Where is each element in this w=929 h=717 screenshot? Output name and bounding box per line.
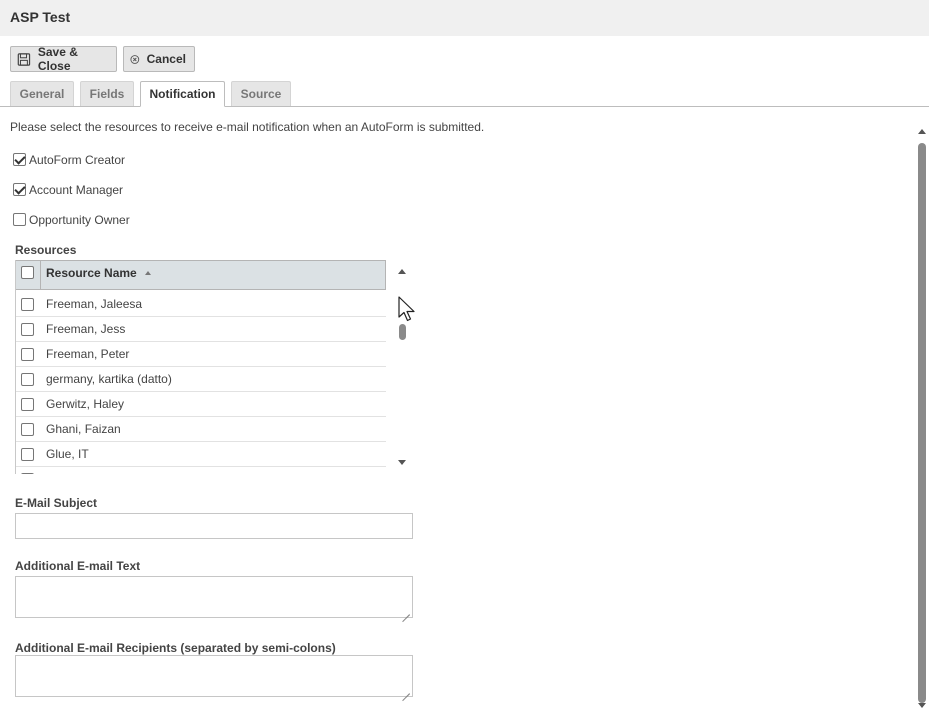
account-manager-checkbox[interactable] <box>13 183 26 196</box>
row-checkbox[interactable] <box>21 398 34 411</box>
tab-general[interactable]: General <box>10 81 74 106</box>
additional-recipients-label: Additional E-mail Recipients (separated … <box>15 641 336 655</box>
row-checkbox[interactable] <box>21 373 34 386</box>
save-close-label: Save & Close <box>37 45 78 73</box>
opportunity-owner-checkbox[interactable] <box>13 213 26 226</box>
table-row[interactable]: Freeman, Jess <box>16 317 386 342</box>
floppy-disk-icon <box>17 52 31 66</box>
notification-intro: Please select the resources to receive e… <box>10 120 485 134</box>
title-bar: ASP Test <box>0 0 929 36</box>
resource-name-column-header[interactable]: Resource Name <box>46 266 137 280</box>
resources-grid: Resource Name Freeman, Jaleesa Freeman, … <box>15 260 386 474</box>
sort-ascending-icon <box>145 271 151 275</box>
cancel-button[interactable]: Cancel <box>123 46 195 72</box>
scroll-thumb[interactable] <box>918 143 926 703</box>
scroll-up-icon[interactable] <box>398 269 406 274</box>
table-row[interactable]: germany, kartika (datto) <box>16 367 386 392</box>
resources-label: Resources <box>15 243 77 257</box>
resource-name: Ghani, Faizan <box>46 422 121 436</box>
resource-name: germany, kartika (datto) <box>46 372 172 386</box>
window-title: ASP Test <box>10 9 71 25</box>
resource-name: Freeman, Jess <box>46 322 126 336</box>
cancel-label: Cancel <box>146 52 186 66</box>
tab-label: General <box>19 87 65 101</box>
additional-recipients-textarea[interactable] <box>15 655 413 697</box>
page-scrollbar[interactable] <box>915 126 929 717</box>
resource-name: Gerwitz, Haley <box>46 397 125 411</box>
table-row[interactable]: Freeman, Jaleesa <box>16 292 386 317</box>
tab-label: Notification <box>149 87 216 101</box>
scroll-down-icon[interactable] <box>918 703 926 708</box>
header-separator <box>40 261 41 290</box>
grid-header: Resource Name <box>16 260 386 290</box>
tab-fields[interactable]: Fields <box>80 81 134 106</box>
row-checkbox[interactable] <box>21 448 34 461</box>
mouse-pointer-icon <box>398 296 415 322</box>
table-row-partial[interactable] <box>16 467 386 474</box>
scroll-down-icon[interactable] <box>398 460 406 465</box>
resize-handle-icon[interactable] <box>402 686 410 694</box>
additional-text-textarea[interactable] <box>15 576 413 618</box>
autoform-creator-checkbox[interactable] <box>13 153 26 166</box>
table-row[interactable]: Glue, IT <box>16 442 386 467</box>
table-row[interactable]: Gerwitz, Haley <box>16 392 386 417</box>
scroll-thumb[interactable] <box>399 324 406 340</box>
resource-name: Freeman, Peter <box>46 347 130 361</box>
row-checkbox[interactable] <box>21 473 34 474</box>
account-manager-label: Account Manager <box>29 183 124 197</box>
tab-label: Fields <box>89 87 125 101</box>
tab-notification[interactable]: Notification <box>140 81 225 107</box>
table-row[interactable]: Freeman, Peter <box>16 342 386 367</box>
row-checkbox[interactable] <box>21 423 34 436</box>
resource-name: Glue, IT <box>46 447 89 461</box>
scroll-up-icon[interactable] <box>918 129 926 134</box>
tab-source[interactable]: Source <box>231 81 291 106</box>
row-checkbox[interactable] <box>21 348 34 361</box>
table-row[interactable]: Ghani, Faizan <box>16 417 386 442</box>
tab-strip: General Fields Notification Source <box>0 81 929 107</box>
row-checkbox[interactable] <box>21 298 34 311</box>
autoform-creator-label: AutoForm Creator <box>29 153 126 167</box>
additional-text-label: Additional E-mail Text <box>15 559 141 573</box>
cancel-circle-icon <box>130 54 140 64</box>
resource-name: Freeman, Jaleesa <box>46 297 143 311</box>
email-subject-label: E-Mail Subject <box>15 496 98 510</box>
opportunity-owner-label: Opportunity Owner <box>29 213 130 227</box>
tab-label: Source <box>240 87 282 101</box>
save-close-button[interactable]: Save & Close <box>10 45 117 73</box>
email-subject-input[interactable] <box>15 513 413 539</box>
row-checkbox[interactable] <box>21 323 34 336</box>
resize-handle-icon[interactable] <box>402 607 410 615</box>
select-all-checkbox[interactable] <box>21 266 34 279</box>
